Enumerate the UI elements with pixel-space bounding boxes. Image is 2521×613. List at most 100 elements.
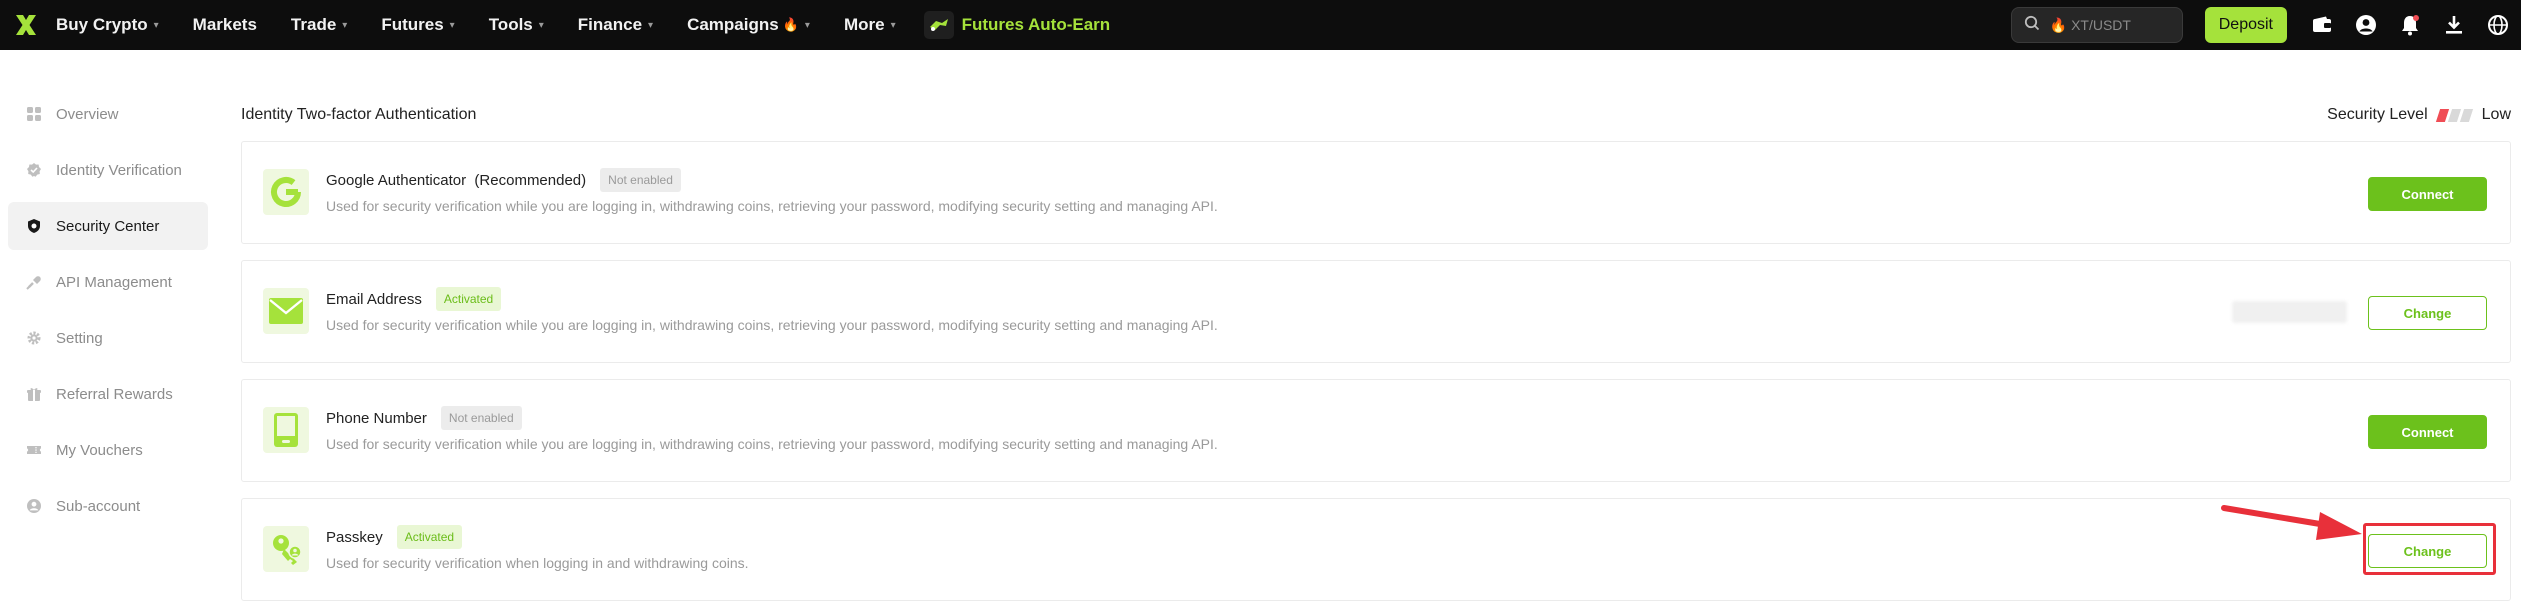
security-level-value: Low <box>2481 106 2511 123</box>
google-authenticator-connect-button[interactable]: Connect <box>2368 177 2487 211</box>
security-card-phone-number: Phone Number Not enabled Used for security… <box>241 379 2511 482</box>
page-title: Identity Two-factor Authentication <box>241 106 477 123</box>
sidebar-item-label: My Vouchers <box>56 441 143 459</box>
sidebar: Overview Identity Verification Security Ce… <box>8 90 208 538</box>
status-badge: Not enabled <box>440 406 522 430</box>
nav-item-label: Finance <box>577 15 643 34</box>
google-authenticator-icon <box>263 169 309 215</box>
security-level-bar <box>2435 108 2449 122</box>
chevron-down-icon: ▾ <box>804 19 810 31</box>
chevron-down-icon: ▾ <box>449 19 455 31</box>
wallet-icon[interactable] <box>2307 10 2337 40</box>
phone-number-connect-button[interactable]: Connect <box>2368 415 2487 449</box>
nav-item-futures[interactable]: Futures ▾ <box>381 15 454 35</box>
sidebar-item-label: API Management <box>56 273 172 291</box>
nav-item-label: Tools <box>488 15 533 34</box>
email-icon <box>263 288 309 334</box>
card-description: Used for security verification while you… <box>326 198 1218 214</box>
search-input[interactable]: 🔥 XT/USDT <box>2010 7 2183 43</box>
sidebar-item-identity-verification[interactable]: Identity Verification <box>8 146 208 194</box>
card-title-text: Phone Number <box>326 409 427 427</box>
sidebar-item-referral-rewards[interactable]: Referral Rewards <box>8 370 208 418</box>
sidebar-item-label: Referral Rewards <box>56 385 173 403</box>
search-icon <box>2024 15 2040 36</box>
chevron-down-icon: ▾ <box>890 19 896 31</box>
main-menu: Buy Crypto ▾ Markets Trade ▾ Futures ▾ Tools ▾ Fi… <box>52 0 930 50</box>
sidebar-item-overview[interactable]: Overview <box>8 90 208 138</box>
nav-item-label: Trade <box>290 15 337 34</box>
logo-icon[interactable] <box>0 0 52 50</box>
gear-icon <box>26 330 42 346</box>
sidebar-item-setting[interactable]: Setting <box>8 314 208 362</box>
sidebar-item-label: Setting <box>56 329 103 347</box>
status-badge: Activated <box>435 287 502 311</box>
nav-item-finance[interactable]: Finance ▾ <box>578 15 653 35</box>
grid-icon <box>26 106 42 122</box>
nav-item-label: More <box>843 15 885 34</box>
nav-item-tools[interactable]: Tools ▾ <box>489 15 544 35</box>
card-title-text: Passkey <box>326 528 383 546</box>
fire-icon: 🔥 <box>782 17 799 32</box>
shield-icon <box>26 218 42 234</box>
ticket-icon <box>26 442 42 458</box>
nav-item-markets[interactable]: Markets <box>193 15 257 35</box>
chevron-down-icon: ▾ <box>153 19 159 31</box>
security-card-passkey: Passkey Activated Used for security verifi… <box>241 498 2511 601</box>
masked-email-value <box>2232 301 2347 323</box>
sidebar-item-sub-account[interactable]: Sub-account <box>8 482 208 530</box>
security-level: Security Level Low <box>2327 106 2511 124</box>
account-icon <box>26 498 42 514</box>
sidebar-item-label: Sub-account <box>56 497 141 515</box>
security-card-email-address: Email Address Activated Used for security … <box>241 260 2511 363</box>
fire-icon: 🔥 <box>2049 16 2068 33</box>
verified-icon <box>26 162 42 178</box>
passkey-change-button[interactable]: Change <box>2368 534 2487 568</box>
card-title-text: Google Authenticator (Recommended) <box>326 171 587 189</box>
nav-item-campaigns[interactable]: Campaigns 🔥 ▾ <box>687 15 810 35</box>
nav-item-more[interactable]: More ▾ <box>844 15 896 35</box>
sidebar-item-my-vouchers[interactable]: My Vouchers <box>8 426 208 474</box>
nav-item-label: Markets <box>192 15 257 34</box>
card-description: Used for security verification while you… <box>326 317 1218 333</box>
bell-icon[interactable] <box>2395 10 2425 40</box>
sidebar-item-security-center[interactable]: Security Center <box>8 202 208 250</box>
sidebar-item-label: Identity Verification <box>56 161 182 179</box>
chevron-down-icon: ▾ <box>538 19 544 31</box>
sidebar-item-label: Overview <box>56 105 119 123</box>
nav-item-buy-crypto[interactable]: Buy Crypto ▾ <box>56 15 159 35</box>
status-badge: Activated <box>396 525 463 549</box>
security-level-label: Security Level <box>2327 106 2428 123</box>
card-description: Used for security verification while you… <box>326 436 1218 452</box>
card-description: Used for security verification when logg… <box>326 555 749 571</box>
nav-item-label: Futures <box>381 15 444 34</box>
futures-auto-earn-label: Futures Auto-Earn <box>961 15 1111 34</box>
futures-auto-earn-link[interactable]: Futures Auto-Earn <box>923 11 1111 39</box>
card-title: Google Authenticator (Recommended) Not en… <box>326 168 681 192</box>
status-badge: Not enabled <box>600 168 681 192</box>
download-icon[interactable] <box>2439 10 2469 40</box>
top-navigation-bar: Buy Crypto ▾ Markets Trade ▾ Futures ▾ Tools ▾ Fi… <box>0 0 2521 50</box>
security-card-google-authenticator: Google Authenticator (Recommended) Not en… <box>241 141 2511 244</box>
card-title: Phone Number Not enabled <box>326 406 522 430</box>
sidebar-item-label: Security Center <box>56 217 160 235</box>
security-level-bar <box>2459 108 2473 122</box>
globe-icon[interactable] <box>2483 10 2513 40</box>
security-level-bar <box>2447 108 2461 122</box>
passkey-icon <box>263 526 309 572</box>
nav-item-trade[interactable]: Trade ▾ <box>291 15 347 35</box>
sidebar-item-api-management[interactable]: API Management <box>8 258 208 306</box>
robot-icon <box>923 11 954 39</box>
security-level-bars <box>2435 108 2474 122</box>
email-address-change-button[interactable]: Change <box>2368 296 2487 330</box>
gift-icon <box>26 386 42 402</box>
nav-item-label: Campaigns <box>687 15 779 34</box>
user-icon[interactable] <box>2351 10 2381 40</box>
nav-item-label: Buy Crypto <box>56 15 148 34</box>
api-icon <box>26 274 42 290</box>
phone-icon <box>263 407 309 453</box>
chevron-down-icon: ▾ <box>648 19 654 31</box>
card-title-text: Email Address <box>326 290 422 308</box>
card-title: Passkey Activated <box>326 525 463 549</box>
deposit-button[interactable]: Deposit <box>2204 7 2287 43</box>
search-placeholder: XT/USDT <box>2071 16 2131 33</box>
